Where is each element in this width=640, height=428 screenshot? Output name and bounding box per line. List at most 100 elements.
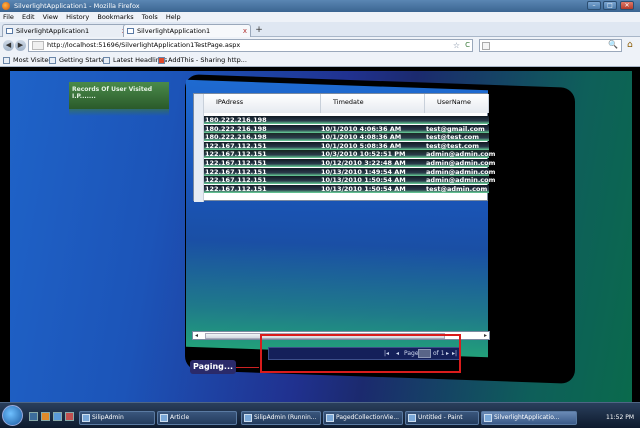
table-row[interactable]: 122.167.112.151 10/1/2010 5:08:36 AM test@… <box>204 141 489 150</box>
url-text: http://localhost:51696/SilverlightApplic… <box>47 41 241 49</box>
table-row[interactable]: 180.222.216.198 10/1/2010 4:08:36 AM test@… <box>204 133 489 142</box>
bookmark-most-visited[interactable]: Most Visited <box>3 54 53 67</box>
scroll-right-arrow-icon[interactable]: ▸ <box>484 332 487 340</box>
bookmark-label: AddThis - Sharing http... <box>168 56 247 64</box>
rss-icon <box>103 57 110 64</box>
tab-label: SilverlightApplication1 <box>16 27 90 35</box>
menu-bookmarks[interactable]: Bookmarks <box>97 13 133 21</box>
cell-username: test@test.com <box>426 141 480 150</box>
paging-label: Paging... <box>190 360 236 374</box>
cell-ipadress: 122.167.112.151 <box>205 159 267 167</box>
taskbar-item[interactable]: SilipAdmin <box>79 411 155 425</box>
clock[interactable]: 11:52 PM <box>606 414 634 421</box>
tab-silverlight-2[interactable]: SilverlightApplication1 x <box>123 24 251 37</box>
cell-username: admin@admin.com <box>426 176 496 185</box>
taskbar-item-label: SilipAdmin (Runnin... <box>254 414 317 421</box>
taskbar-item[interactable]: SilverlightApplicatio... <box>481 411 577 425</box>
bookmark-addthis[interactable]: AddThis - Sharing http... <box>158 54 247 67</box>
menu-file[interactable]: File <box>3 13 14 21</box>
menu-history[interactable]: History <box>66 13 89 21</box>
forward-button[interactable]: ▶ <box>15 40 26 51</box>
bookmark-star-icon[interactable]: ☆ <box>453 40 460 51</box>
firefox-quicklaunch-icon[interactable] <box>41 412 50 421</box>
table-row[interactable]: 122.167.112.151 10/12/2010 3:22:48 AM admi… <box>204 159 495 167</box>
taskbar-app-icon <box>408 414 416 422</box>
search-engine-icon[interactable] <box>482 42 490 50</box>
taskbar-item-label: SilverlightApplicatio... <box>494 414 560 421</box>
cell-ipadress: 122.167.112.151 <box>205 167 267 176</box>
table-row[interactable]: 180.222.216.198 <box>204 116 489 124</box>
bookmark-getting-started[interactable]: Getting Started <box>49 54 109 67</box>
taskbar-item-label: SilipAdmin <box>92 414 124 421</box>
close-button[interactable]: ✕ <box>620 1 634 10</box>
page-content: Records Of User Visited I.P....... IPAdr… <box>0 67 640 402</box>
bookmark-label: Getting Started <box>59 56 110 64</box>
table-row[interactable]: 122.167.112.151 10/3/2010 10:52:51 PM admi… <box>204 150 495 159</box>
annotation-line <box>233 367 259 368</box>
cell-timedate: 10/1/2010 5:08:36 AM <box>321 141 402 150</box>
taskbar-item-label: PagedCollectionVie... <box>336 414 400 421</box>
column-header-ipadress[interactable]: IPAdress <box>204 94 321 113</box>
new-tab-button[interactable]: + <box>253 25 265 36</box>
table-row[interactable]: 180.222.216.198 10/1/2010 4:06:36 AM test@… <box>204 124 489 133</box>
table-row[interactable]: 122.167.112.151 10/13/2010 1:50:54 AM admi… <box>204 176 495 185</box>
site-identity-icon[interactable] <box>32 41 44 50</box>
records-title: Records Of User Visited I.P....... <box>69 82 169 116</box>
minimize-button[interactable]: – <box>587 1 601 10</box>
url-bar[interactable]: http://localhost:51696/SilverlightApplic… <box>28 39 473 52</box>
app-quicklaunch-icon[interactable] <box>65 412 74 421</box>
search-input[interactable]: 🔍 <box>479 39 622 52</box>
cell-timedate: 10/3/2010 10:52:51 PM <box>321 150 406 159</box>
system-tray: 11:52 PM <box>580 411 638 425</box>
cell-username: admin@admin.com <box>426 167 496 176</box>
table-row[interactable]: 122.167.112.151 10/13/2010 1:50:54 AM test… <box>204 184 489 193</box>
menu-view[interactable]: View <box>43 13 58 21</box>
tab-close-icon[interactable]: x <box>243 25 247 37</box>
window-title: SilverlightApplication1 - Mozilla Firefo… <box>14 2 140 10</box>
reload-icon[interactable]: C <box>465 40 470 51</box>
column-header-timedate[interactable]: Timedate <box>321 94 425 113</box>
cell-timedate: 10/13/2010 1:49:54 AM <box>321 167 406 176</box>
taskbar-item[interactable]: SilipAdmin (Runnin... <box>241 411 321 425</box>
bookmark-page-icon <box>49 57 56 64</box>
table-row[interactable]: 122.167.112.151 10/13/2010 1:49:54 AM admi… <box>204 167 495 176</box>
bookmark-label: Most Visited <box>13 56 53 64</box>
scroll-left-arrow-icon[interactable]: ◂ <box>195 332 198 340</box>
cell-username: test@gmail.com <box>426 124 485 133</box>
data-grid[interactable]: IPAdress Timedate UserName 180.222.216.1… <box>193 93 495 202</box>
cell-ipadress: 122.167.112.151 <box>205 184 267 193</box>
cell-ipadress: 122.167.112.151 <box>205 141 267 150</box>
window-title-bar[interactable]: SilverlightApplication1 - Mozilla Firefo… <box>0 0 640 12</box>
maximize-button[interactable]: □ <box>603 1 617 10</box>
cell-timedate: 10/12/2010 3:22:48 AM <box>321 159 406 167</box>
cell-username: test@test.com <box>426 133 480 142</box>
cell-timedate: 10/1/2010 4:08:36 AM <box>321 133 402 142</box>
taskbar-item[interactable]: Untitled - Paint <box>405 411 479 425</box>
addthis-icon <box>158 57 165 64</box>
page-icon <box>6 28 13 34</box>
tab-label: SilverlightApplication1 <box>137 27 211 35</box>
home-icon[interactable]: ⌂ <box>627 40 633 50</box>
firefox-icon <box>2 2 10 10</box>
taskbar-item[interactable]: Article <box>157 411 237 425</box>
search-icon[interactable]: 🔍 <box>608 40 618 49</box>
menu-edit[interactable]: Edit <box>22 13 35 21</box>
windows-taskbar: SilipAdmin Article SilipAdmin (Runnin... Pa… <box>0 402 640 428</box>
cell-timedate: 10/13/2010 1:50:54 AM <box>321 176 406 185</box>
taskbar-item[interactable]: PagedCollectionVie... <box>323 411 403 425</box>
navigation-bar: ◀ ▶ http://localhost:51696/SilverlightAp… <box>0 37 640 54</box>
bookmarks-toolbar: Most Visited Getting Started Latest Head… <box>0 54 640 67</box>
menu-tools[interactable]: Tools <box>142 13 158 21</box>
taskbar-app-icon <box>82 414 90 422</box>
tab-silverlight-1[interactable]: SilverlightApplication1 x <box>2 24 130 37</box>
ie-quicklaunch-icon[interactable] <box>53 412 62 421</box>
highlight-annotation <box>260 334 461 373</box>
column-header-username[interactable]: UserName <box>425 94 489 113</box>
menu-help[interactable]: Help <box>166 13 181 21</box>
show-desktop-icon[interactable] <box>29 412 38 421</box>
back-button[interactable]: ◀ <box>3 40 14 51</box>
cell-username: test@admin.com <box>426 184 488 193</box>
cell-username: admin@admin.com <box>426 150 496 159</box>
taskbar-app-icon <box>484 414 492 422</box>
start-button[interactable] <box>2 405 23 426</box>
